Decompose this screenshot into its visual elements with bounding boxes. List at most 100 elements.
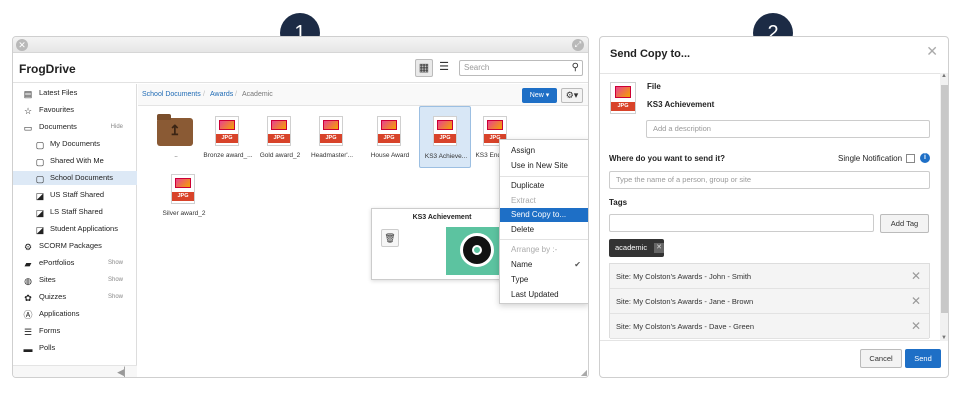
remove-tag-icon[interactable]: ✕ [654,243,664,253]
file-name: KS3 Achievement [647,100,715,109]
sidebar-item-ls-staff-shared[interactable]: ◪ LS Staff Shared [13,205,137,219]
list-item: Site: My Colston's Awards - Dave - Green… [610,314,929,339]
search-placeholder: Search [464,63,490,72]
staff-icon: ◪ [35,208,45,218]
portfolio-icon: ▰ [24,259,32,269]
expand-icon[interactable]: ⤢ [572,39,584,51]
app-title: FrogDrive [19,62,76,76]
single-notification-label: Single Notification [838,154,903,163]
sidebar-item-sites[interactable]: ◍ Sites Show [13,273,137,287]
sidebar-item-quizzes[interactable]: ✿ Quizzes Show [13,290,137,304]
star-icon: ☆ [23,106,33,116]
jpg-file-icon: JPG [610,82,636,114]
sidebar-item-us-staff-shared[interactable]: ◪ US Staff Shared [13,188,137,202]
remove-icon[interactable]: ✕ [911,319,921,333]
jpg-file-icon: JPG [267,116,291,146]
recipient-label: Site: My Colston's Awards - John - Smith [616,272,752,281]
send-button[interactable]: Send [905,349,941,368]
file-preview-popup: KS3 Achievement 🗑 [371,208,511,280]
list-view-icon[interactable]: ☰ [435,59,453,77]
applications-icon: Ⓐ [23,310,33,320]
breadcrumb-awards[interactable]: Awards [210,91,233,98]
preview-title: KS3 Achievement [412,214,472,221]
menu-item-assign[interactable]: Assign [500,144,588,158]
grid-view-icon[interactable]: ▦ [415,59,433,77]
context-menu: Assign Use in New Site Duplicate Extract… [499,139,588,304]
forms-icon: ☰ [23,327,33,337]
search-input[interactable]: Search ⚲ [459,60,583,76]
sidebar-item-latest-files[interactable]: ▤ Latest Files [13,86,137,100]
remove-icon[interactable]: ✕ [911,269,921,283]
file-item-bronze-award[interactable]: JPG Bronze award_... [202,110,254,166]
menu-item-delete[interactable]: Delete [500,223,588,237]
hide-toggle[interactable]: Hide [111,120,123,134]
add-tag-button[interactable]: Add Tag [880,214,929,233]
sidebar-item-eportfolios[interactable]: ▰ ePortfolios Show [13,256,137,270]
single-notification-checkbox[interactable] [906,154,915,163]
breadcrumb-academic: Academic [242,91,273,98]
menu-item-sort-name[interactable]: Name ✔ [500,258,588,272]
info-icon[interactable]: i [920,153,930,163]
scroll-down-icon[interactable]: ▼ [941,335,947,341]
file-item-parent-folder[interactable]: ↥ .. [150,110,202,166]
sidebar-item-favourites[interactable]: ☆ Favourites [13,103,137,117]
file-item-gold-award[interactable]: JPG Gold award_2 [254,110,306,166]
sidebar-item-school-documents[interactable]: ▢ School Documents [13,171,137,185]
list-item: Site: My Colston's Awards - Jane - Brown… [610,289,929,314]
sidebar-item-student-applications[interactable]: ◪ Student Applications [13,222,137,236]
menu-item-sort-last-updated[interactable]: Last Updated [500,288,588,302]
send-copy-dialog: Send Copy to... ✕ JPG File KS3 Achieveme… [599,36,949,378]
menu-item-sort-type[interactable]: Type [500,273,588,287]
file-item-silver-award[interactable]: JPG Silver award_2 [158,168,210,224]
menu-item-duplicate[interactable]: Duplicate [500,179,588,193]
sidebar-item-applications[interactable]: Ⓐ Applications [13,307,137,321]
file-item-headmaster[interactable]: JPG Headmaster'... [306,110,358,166]
frogdrive-window: ✕ ⤢ FrogDrive ▦ ☰ Search ⚲ ▤ Latest Files… [12,36,589,378]
sidebar-item-documents[interactable]: ▭ Documents Hide [13,120,137,134]
menu-item-send-copy-to[interactable]: Send Copy to... [500,208,588,222]
documents-icon: ▭ [23,123,33,133]
jpg-file-icon: JPG [215,116,239,146]
sidebar-item-forms[interactable]: ☰ Forms [13,324,137,338]
show-toggle[interactable]: Show [108,256,123,270]
gear-icon: ⚙ [23,242,33,252]
breadcrumb-school-documents[interactable]: School Documents [142,91,201,98]
search-icon[interactable]: ⚲ [572,61,579,75]
show-toggle[interactable]: Show [108,290,123,304]
show-toggle[interactable]: Show [108,273,123,287]
sidebar-item-scorm-packages[interactable]: ⚙ SCORM Packages [13,239,137,253]
cancel-button[interactable]: Cancel [860,349,902,368]
trash-icon[interactable]: 🗑 [381,229,399,247]
scroll-up-icon[interactable]: ▲ [941,73,947,79]
gear-icon: ⚙▾ [565,90,579,100]
menu-item-extract: Extract [511,196,536,205]
settings-menu-button[interactable]: ⚙▾ [561,88,583,103]
frogdrive-header: FrogDrive ▦ ☰ Search ⚲ [13,53,588,83]
file-item-ks3-achievement[interactable]: JPG KS3 Achieve... [419,106,471,168]
sidebar-item-polls[interactable]: ▬ Polls [13,341,137,355]
check-icon: ✔ [574,260,581,269]
collapse-sidebar-icon[interactable]: ◀▏ [117,367,131,377]
scrollbar-thumb[interactable] [941,85,948,313]
recipient-label: Site: My Colston's Awards - Jane - Brown [616,297,754,306]
sidebar-item-my-documents[interactable]: ▢ My Documents [13,137,137,151]
close-icon[interactable]: ✕ [16,39,28,51]
description-input[interactable]: Add a description [646,120,930,138]
list-item: Site: My Colston's Awards - John - Smith… [610,264,929,289]
recipient-input[interactable]: Type the name of a person, group or site [609,171,930,189]
scrollbar[interactable]: ▲ ▼ [940,73,948,341]
menu-item-use-in-new-site[interactable]: Use in New Site [500,159,588,173]
staff-icon: ◪ [35,225,45,235]
shared-folder-icon: ▢ [35,157,45,167]
jpg-file-icon: JPG [377,116,401,146]
remove-icon[interactable]: ✕ [911,294,921,308]
close-icon[interactable]: ✕ [926,43,938,60]
file-item-house-award[interactable]: JPG House Award [364,110,416,166]
new-button[interactable]: New ▾ [522,88,557,103]
jpg-file-icon: JPG [171,174,195,204]
folder-icon: ▢ [35,140,45,150]
sidebar-item-shared-with-me[interactable]: ▢ Shared With Me [13,154,137,168]
resize-handle-icon[interactable]: ◢ [581,368,587,377]
tag-input[interactable] [609,214,874,232]
recipient-placeholder: Type the name of a person, group or site [616,175,752,184]
